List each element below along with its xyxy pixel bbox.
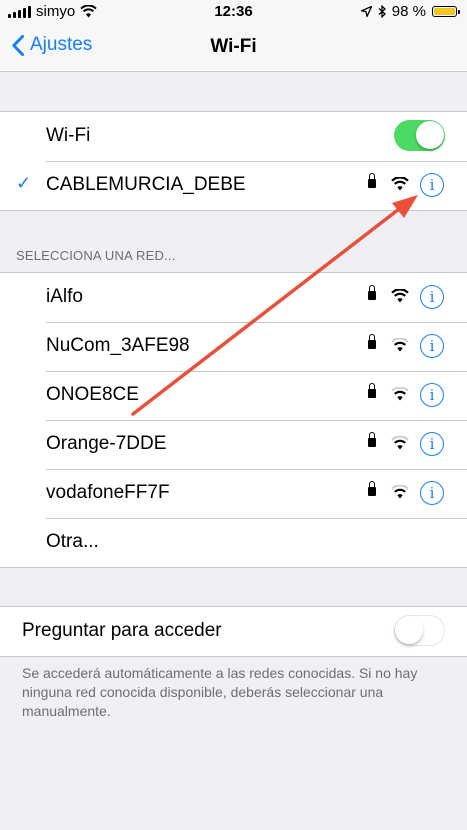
wifi-strength-icon	[391, 436, 409, 450]
lock-icon	[368, 334, 376, 349]
other-network-row[interactable]: Otra...	[0, 518, 467, 567]
info-icon[interactable]: i	[420, 173, 444, 197]
wifi-toggle-row: Wi-Fi	[0, 112, 467, 161]
wifi-strength-icon	[391, 289, 409, 303]
ask-to-join-row: Preguntar para acceder	[0, 607, 467, 656]
status-right: 98 %	[360, 3, 460, 20]
lock-icon	[368, 432, 376, 447]
wifi-label: Wi-Fi	[46, 125, 91, 146]
battery-icon	[432, 6, 460, 17]
network-name: Orange-7DDE	[46, 433, 167, 454]
connected-network-row[interactable]: ✓ CABLEMURCIA_DEBE i	[0, 161, 467, 210]
wifi-group: Wi-Fi ✓ CABLEMURCIA_DEBE i	[0, 111, 467, 211]
info-icon[interactable]: i	[420, 285, 444, 309]
network-name: ONOE8CE	[46, 384, 139, 405]
lock-icon	[368, 481, 376, 496]
networks-section-header: SELECCIONA UNA RED...	[16, 248, 176, 263]
ask-to-join-toggle[interactable]	[394, 615, 445, 646]
other-network-label: Otra...	[46, 531, 99, 552]
network-row[interactable]: Orange-7DDE i	[0, 420, 467, 469]
lock-icon	[368, 173, 376, 188]
network-name: NuCom_3AFE98	[46, 335, 190, 356]
toggle-knob	[416, 121, 444, 149]
battery-percent: 98 %	[391, 3, 426, 20]
ask-to-join-label: Preguntar para acceder	[22, 620, 222, 641]
wifi-strength-icon	[391, 485, 409, 499]
info-icon[interactable]: i	[420, 432, 444, 456]
lock-icon	[368, 383, 376, 398]
network-row[interactable]: vodafoneFF7F i	[0, 469, 467, 518]
network-name: vodafoneFF7F	[46, 482, 170, 503]
bluetooth-icon	[378, 5, 386, 18]
info-icon[interactable]: i	[420, 481, 444, 505]
network-row[interactable]: iAlfo i	[0, 273, 467, 322]
status-bar: simyo 12:36 98 %	[0, 0, 467, 24]
network-row[interactable]: ONOE8CE i	[0, 371, 467, 420]
wifi-strength-icon	[391, 338, 409, 352]
wifi-strength-icon	[391, 387, 409, 401]
navigation-bar: Ajustes Wi-Fi	[0, 24, 467, 72]
page-title: Wi-Fi	[210, 36, 257, 57]
checkmark-icon: ✓	[16, 173, 32, 193]
network-name: iAlfo	[46, 286, 83, 307]
networks-group: iAlfo i NuCom_3AFE98 i ONOE8CE i Orange-…	[0, 272, 467, 568]
wifi-strength-icon	[391, 177, 409, 191]
ask-to-join-footer: Se accederá automáticamente a las redes …	[22, 665, 418, 719]
connected-network-name: CABLEMURCIA_DEBE	[46, 174, 246, 195]
toggle-knob	[395, 616, 423, 644]
info-icon[interactable]: i	[420, 334, 444, 358]
ask-to-join-group: Preguntar para acceder	[0, 606, 467, 657]
info-icon[interactable]: i	[420, 383, 444, 407]
battery-fill	[434, 8, 455, 15]
wifi-toggle[interactable]	[394, 120, 445, 151]
network-row[interactable]: NuCom_3AFE98 i	[0, 322, 467, 371]
location-arrow-icon	[360, 6, 372, 17]
lock-icon	[368, 285, 376, 300]
